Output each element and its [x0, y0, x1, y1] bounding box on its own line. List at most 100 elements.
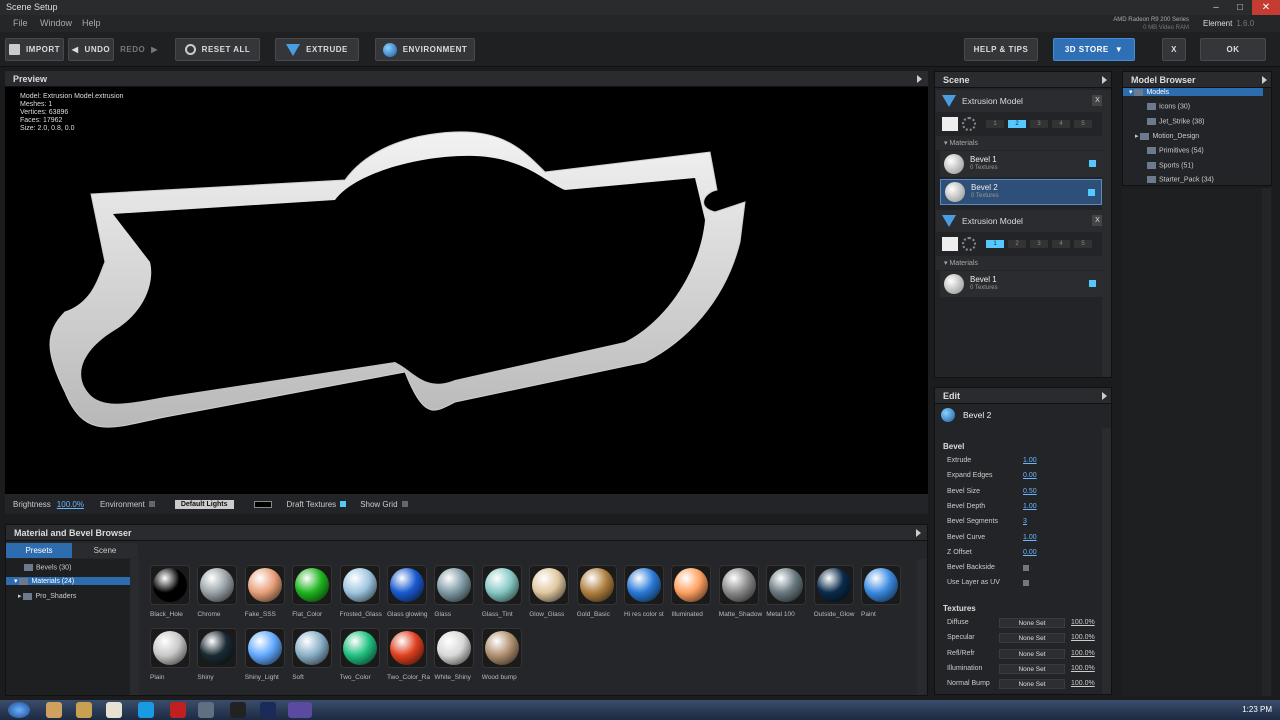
- material-swatch[interactable]: Illuminated: [671, 565, 716, 618]
- material-swatch[interactable]: Glass glowing: [387, 565, 432, 618]
- material-swatch[interactable]: Frosted_Glass: [339, 565, 385, 618]
- skype-icon[interactable]: [138, 702, 154, 718]
- model-header[interactable]: Extrusion Model X: [936, 210, 1111, 232]
- after-effects-icon[interactable]: [288, 702, 312, 718]
- swatch-scrollbar[interactable]: [917, 559, 926, 695]
- preview-viewport[interactable]: [5, 72, 928, 494]
- material-row[interactable]: Bevel 10 Textures: [940, 151, 1102, 177]
- mode-button-5[interactable]: 5: [1074, 240, 1092, 248]
- material-swatch[interactable]: Soft: [292, 628, 337, 681]
- material-swatch[interactable]: Shiny: [197, 628, 242, 681]
- material-swatch[interactable]: Matte_Shadow: [718, 565, 764, 618]
- mode-button-5[interactable]: 5: [1074, 120, 1092, 128]
- minimize-button[interactable]: –: [1204, 0, 1228, 15]
- material-swatch[interactable]: Gold_Basic: [576, 565, 622, 618]
- right-scrollbar[interactable]: [1262, 188, 1271, 696]
- model-header[interactable]: Extrusion Model X: [936, 90, 1111, 112]
- gear-icon[interactable]: [962, 237, 976, 251]
- photoshop-icon[interactable]: [260, 702, 276, 718]
- tab-scene[interactable]: Scene: [72, 543, 138, 558]
- texture-slot[interactable]: None Set: [999, 663, 1065, 674]
- tree-item-icons[interactable]: Icons (30): [1147, 103, 1190, 110]
- ok-button[interactable]: OK: [1200, 38, 1266, 61]
- material-swatch[interactable]: Shiny_Light: [244, 628, 290, 681]
- texture-slot[interactable]: None Set: [999, 679, 1065, 690]
- mode-button-2[interactable]: 2: [1008, 240, 1026, 248]
- texture-strength[interactable]: 100.0%: [1071, 680, 1095, 687]
- texture-slot[interactable]: None Set: [999, 618, 1065, 628]
- material-swatch[interactable]: Paint: [861, 565, 906, 618]
- material-swatch[interactable]: Two_Color: [339, 628, 385, 681]
- scene-scrollbar[interactable]: [1102, 90, 1111, 377]
- material-swatch[interactable]: Glass_Tint: [481, 565, 527, 618]
- brightness-value[interactable]: 100.0%: [57, 500, 84, 509]
- property-checkbox[interactable]: [1023, 580, 1029, 587]
- draft-textures-checkbox[interactable]: [340, 501, 347, 507]
- menu-file[interactable]: File: [13, 18, 28, 28]
- show-grid-checkbox[interactable]: [401, 501, 408, 507]
- tree-item-bevels[interactable]: Bevels (30): [24, 564, 71, 571]
- texture-strength[interactable]: 100.0%: [1071, 665, 1095, 672]
- group-icon[interactable]: [942, 117, 958, 131]
- property-value[interactable]: 1.00: [1023, 503, 1037, 510]
- property-value[interactable]: 1.00: [1023, 457, 1037, 464]
- expand-arrow-icon[interactable]: [916, 529, 921, 537]
- tree-item-sports[interactable]: Sports (51): [1147, 162, 1194, 169]
- mode-button-1[interactable]: 1: [986, 240, 1004, 248]
- expand-arrow-icon[interactable]: [917, 75, 922, 83]
- material-swatch[interactable]: Glow_Glass: [529, 565, 574, 618]
- material-swatch[interactable]: White_Shiny: [434, 628, 479, 681]
- explorer-icon[interactable]: [76, 702, 92, 718]
- mode-button-3[interactable]: 3: [1030, 240, 1048, 248]
- material-swatch[interactable]: Flat_Color: [292, 565, 337, 618]
- visibility-toggle[interactable]: [1089, 160, 1096, 167]
- help-tips-button[interactable]: HELP & TIPS: [964, 38, 1038, 61]
- material-swatch[interactable]: Wood bump: [481, 628, 527, 681]
- texture-strength[interactable]: 100.0%: [1071, 650, 1095, 657]
- menu-window[interactable]: Window: [40, 18, 72, 28]
- material-swatch[interactable]: Chrome: [197, 565, 242, 618]
- tree-scrollbar[interactable]: [130, 559, 139, 695]
- undo-button[interactable]: ◀ UNDO: [68, 38, 114, 61]
- expand-arrow-icon[interactable]: [1102, 76, 1107, 84]
- store-button[interactable]: 3D STORE ▼: [1053, 38, 1135, 61]
- material-swatch[interactable]: Metal 100: [766, 565, 811, 618]
- mode-button-3[interactable]: 3: [1030, 120, 1048, 128]
- material-swatch[interactable]: Glass: [434, 565, 479, 618]
- property-value[interactable]: 1.00: [1023, 534, 1037, 541]
- tree-item-starter-pack[interactable]: Starter_Pack (34): [1147, 176, 1214, 183]
- visibility-toggle[interactable]: [1088, 189, 1095, 196]
- texture-slot[interactable]: None Set: [999, 633, 1065, 644]
- material-swatch[interactable]: Fake_SSS: [244, 565, 290, 618]
- texture-slot[interactable]: None Set: [999, 648, 1065, 659]
- material-swatch[interactable]: Hi res color st: [624, 565, 669, 618]
- property-value[interactable]: 0.00: [1023, 472, 1037, 479]
- lights-dropdown[interactable]: Default Lights: [174, 499, 234, 509]
- extrude-button[interactable]: EXTRUDE: [275, 38, 359, 61]
- acrobat-icon[interactable]: [170, 702, 186, 718]
- taskbar-app-icon[interactable]: [46, 702, 62, 718]
- material-swatch[interactable]: Outside_Glow: [813, 565, 859, 618]
- group-icon[interactable]: [942, 237, 958, 251]
- expand-arrow-icon[interactable]: [1262, 76, 1267, 84]
- taskbar-app-icon[interactable]: [230, 702, 246, 718]
- close-window-button[interactable]: ✕: [1252, 0, 1280, 15]
- edit-scrollbar[interactable]: [1102, 428, 1111, 694]
- environment-checkbox[interactable]: [148, 501, 155, 507]
- reset-all-button[interactable]: RESET ALL: [175, 38, 260, 61]
- tree-item-jet-strike[interactable]: Jet_Strike (38): [1147, 118, 1205, 125]
- visibility-toggle[interactable]: [1089, 280, 1096, 287]
- cancel-button[interactable]: X: [1162, 38, 1186, 61]
- taskbar-app-icon[interactable]: [198, 702, 214, 718]
- mode-button-4[interactable]: 4: [1052, 120, 1070, 128]
- tree-item-motion-design[interactable]: ▸ Motion_Design: [1135, 132, 1199, 140]
- property-value[interactable]: 0.50: [1023, 488, 1037, 495]
- property-checkbox[interactable]: [1023, 565, 1029, 572]
- background-color-swatch[interactable]: [253, 500, 272, 508]
- mode-button-4[interactable]: 4: [1052, 240, 1070, 248]
- property-value[interactable]: 0.00: [1023, 549, 1037, 556]
- maximize-button[interactable]: □: [1228, 0, 1252, 15]
- tree-item-primitives[interactable]: Primitives (54): [1147, 147, 1204, 154]
- texture-strength[interactable]: 100.0%: [1071, 634, 1095, 641]
- gear-icon[interactable]: [962, 117, 976, 131]
